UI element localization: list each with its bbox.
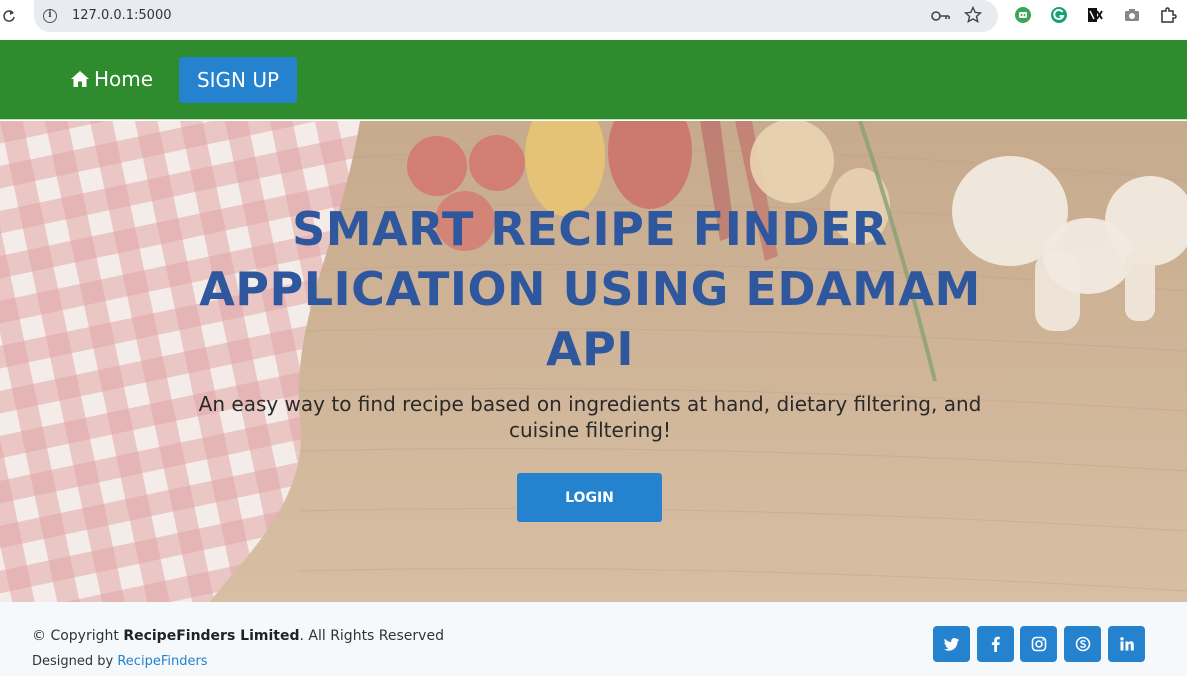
designer-link[interactable]: RecipeFinders xyxy=(117,654,207,669)
hero-title: SMART RECIPE FINDER APPLICATION USING ED… xyxy=(199,202,981,376)
grammarly-icon[interactable] xyxy=(1050,6,1068,24)
browser-toolbar: i 127.0.0.1:5000 xyxy=(0,0,1187,40)
instagram-icon xyxy=(1031,636,1046,652)
company-name: RecipeFinders Limited xyxy=(123,628,300,644)
skype-icon xyxy=(1075,636,1090,652)
instagram-button[interactable] xyxy=(1020,626,1057,662)
login-button[interactable]: LOGIN xyxy=(517,473,662,522)
signup-button[interactable]: SIGN UP xyxy=(179,57,297,103)
site-info-icon[interactable]: i xyxy=(43,9,57,23)
address-bar[interactable]: i 127.0.0.1:5000 xyxy=(34,0,998,32)
hero-section: SMART RECIPE FINDER APPLICATION USING ED… xyxy=(0,121,1187,602)
camera-icon[interactable] xyxy=(1123,6,1141,24)
hero-subtitle: An easy way to find recipe based on ingr… xyxy=(198,392,982,442)
copyright-suffix: . All Rights Reserved xyxy=(299,628,444,644)
linkedin-icon xyxy=(1119,637,1134,651)
skype-button[interactable] xyxy=(1064,626,1101,662)
twitter-icon xyxy=(943,638,959,651)
dark-extension-icon[interactable] xyxy=(1086,6,1104,24)
facebook-button[interactable] xyxy=(977,626,1014,662)
url-text[interactable]: 127.0.0.1:5000 xyxy=(72,8,172,23)
star-icon[interactable] xyxy=(964,6,982,24)
copyright-text: © Copyright RecipeFinders Limited. All R… xyxy=(32,628,444,644)
designed-prefix: Designed by xyxy=(32,654,114,669)
designed-by-text: Designed by RecipeFinders xyxy=(32,654,208,669)
robot-extension-icon[interactable] xyxy=(1014,6,1032,24)
key-icon[interactable] xyxy=(931,8,951,24)
copyright-prefix: © Copyright xyxy=(32,628,119,644)
top-navbar: Home SIGN UP xyxy=(0,40,1187,120)
nav-home-link[interactable]: Home xyxy=(70,67,153,91)
linkedin-button[interactable] xyxy=(1108,626,1145,662)
footer: © Copyright RecipeFinders Limited. All R… xyxy=(0,602,1187,676)
nav-home-label: Home xyxy=(94,67,154,91)
home-icon xyxy=(71,71,89,87)
facebook-icon xyxy=(991,636,1000,652)
puzzle-icon[interactable] xyxy=(1159,6,1177,24)
twitter-button[interactable] xyxy=(933,626,970,662)
reload-icon[interactable] xyxy=(2,8,16,24)
